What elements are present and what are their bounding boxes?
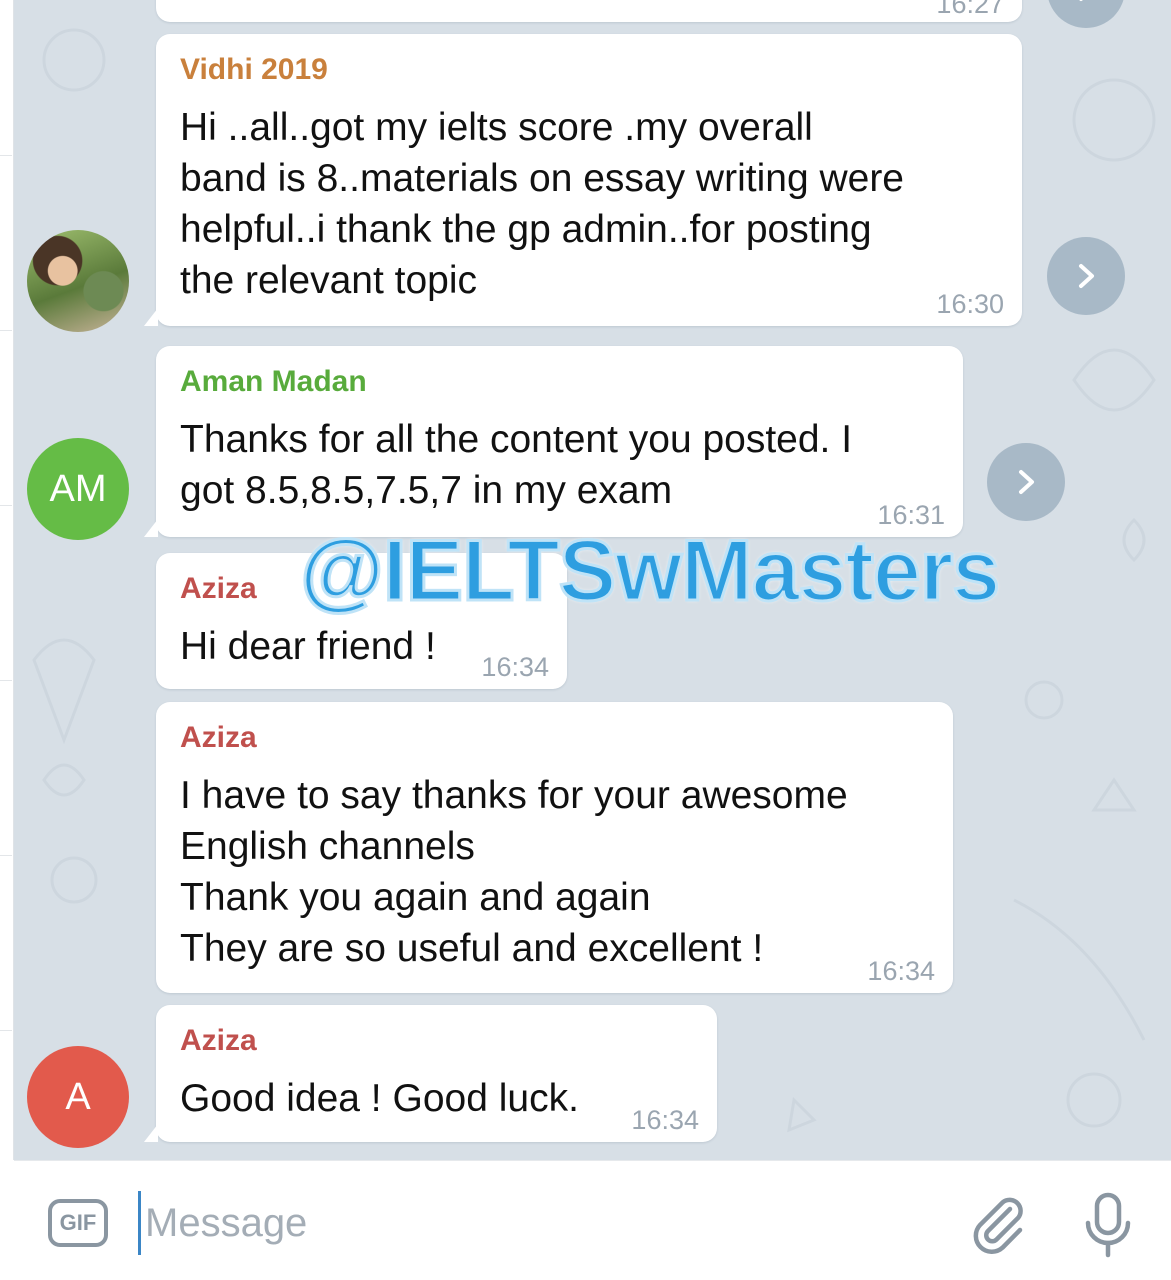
message-time: 16:27 [936, 0, 1004, 19]
message-time: 16:34 [481, 652, 549, 682]
message-sender[interactable]: Aman Madan [180, 364, 939, 400]
message-sender[interactable]: Aziza [180, 1023, 693, 1059]
message-text: I have to say thanks for your awesome En… [180, 774, 848, 970]
microphone-icon[interactable] [1080, 1191, 1136, 1261]
gif-button[interactable]: GIF [48, 1199, 108, 1247]
message-time: 16:30 [936, 289, 1004, 319]
share-button[interactable] [987, 443, 1065, 521]
left-panel-edge [0, 0, 14, 1160]
message-bubble[interactable]: 16:27 [156, 0, 1022, 22]
share-button[interactable] [1047, 237, 1125, 315]
message-time: 16:34 [631, 1105, 699, 1135]
message-bubble[interactable]: Aziza Good idea ! Good luck. 16:34 [144, 1005, 717, 1142]
message-input[interactable] [138, 1191, 918, 1255]
divider [0, 680, 12, 681]
avatar-initials: AM [49, 467, 107, 510]
divider [0, 1030, 12, 1031]
gif-label: GIF [59, 1210, 97, 1235]
avatar-initials: A [65, 1075, 91, 1118]
divider [0, 855, 12, 856]
message-text: Hi ..all..got my ielts score .my overall… [180, 106, 904, 302]
chevron-right-icon [1019, 470, 1034, 494]
message-text: Thanks for all the content you posted. I… [180, 418, 853, 512]
message-time: 16:34 [867, 956, 935, 986]
divider [0, 330, 12, 331]
chevron-right-icon [1079, 0, 1083, 1]
bubble-tail [144, 1124, 158, 1142]
message-sender[interactable]: Vidhi 2019 [180, 52, 998, 88]
bubble-tail [144, 308, 158, 326]
bubble-tail [144, 519, 158, 537]
avatar[interactable] [27, 230, 129, 332]
avatar[interactable]: A [27, 1046, 129, 1148]
chat-history[interactable]: 16:27 Vidhi 2019 Hi ..all..got my ielts … [14, 0, 1171, 1160]
chevron-right-icon [1079, 264, 1094, 288]
message-sender[interactable]: Aziza [180, 720, 929, 756]
message-composer: GIF [14, 1160, 1171, 1280]
watermark: @IELTSwMasters [298, 522, 1001, 621]
paperclip-icon[interactable] [966, 1191, 1030, 1255]
message-bubble[interactable]: Vidhi 2019 Hi ..all..got my ielts score … [144, 34, 1022, 326]
divider [0, 155, 12, 156]
avatar[interactable]: AM [27, 438, 129, 540]
message-bubble[interactable]: Aman Madan Thanks for all the content yo… [144, 346, 963, 537]
message-text: Good idea ! Good luck. [180, 1077, 579, 1120]
message-bubble[interactable]: Aziza I have to say thanks for your awes… [156, 702, 953, 993]
divider [0, 505, 12, 506]
